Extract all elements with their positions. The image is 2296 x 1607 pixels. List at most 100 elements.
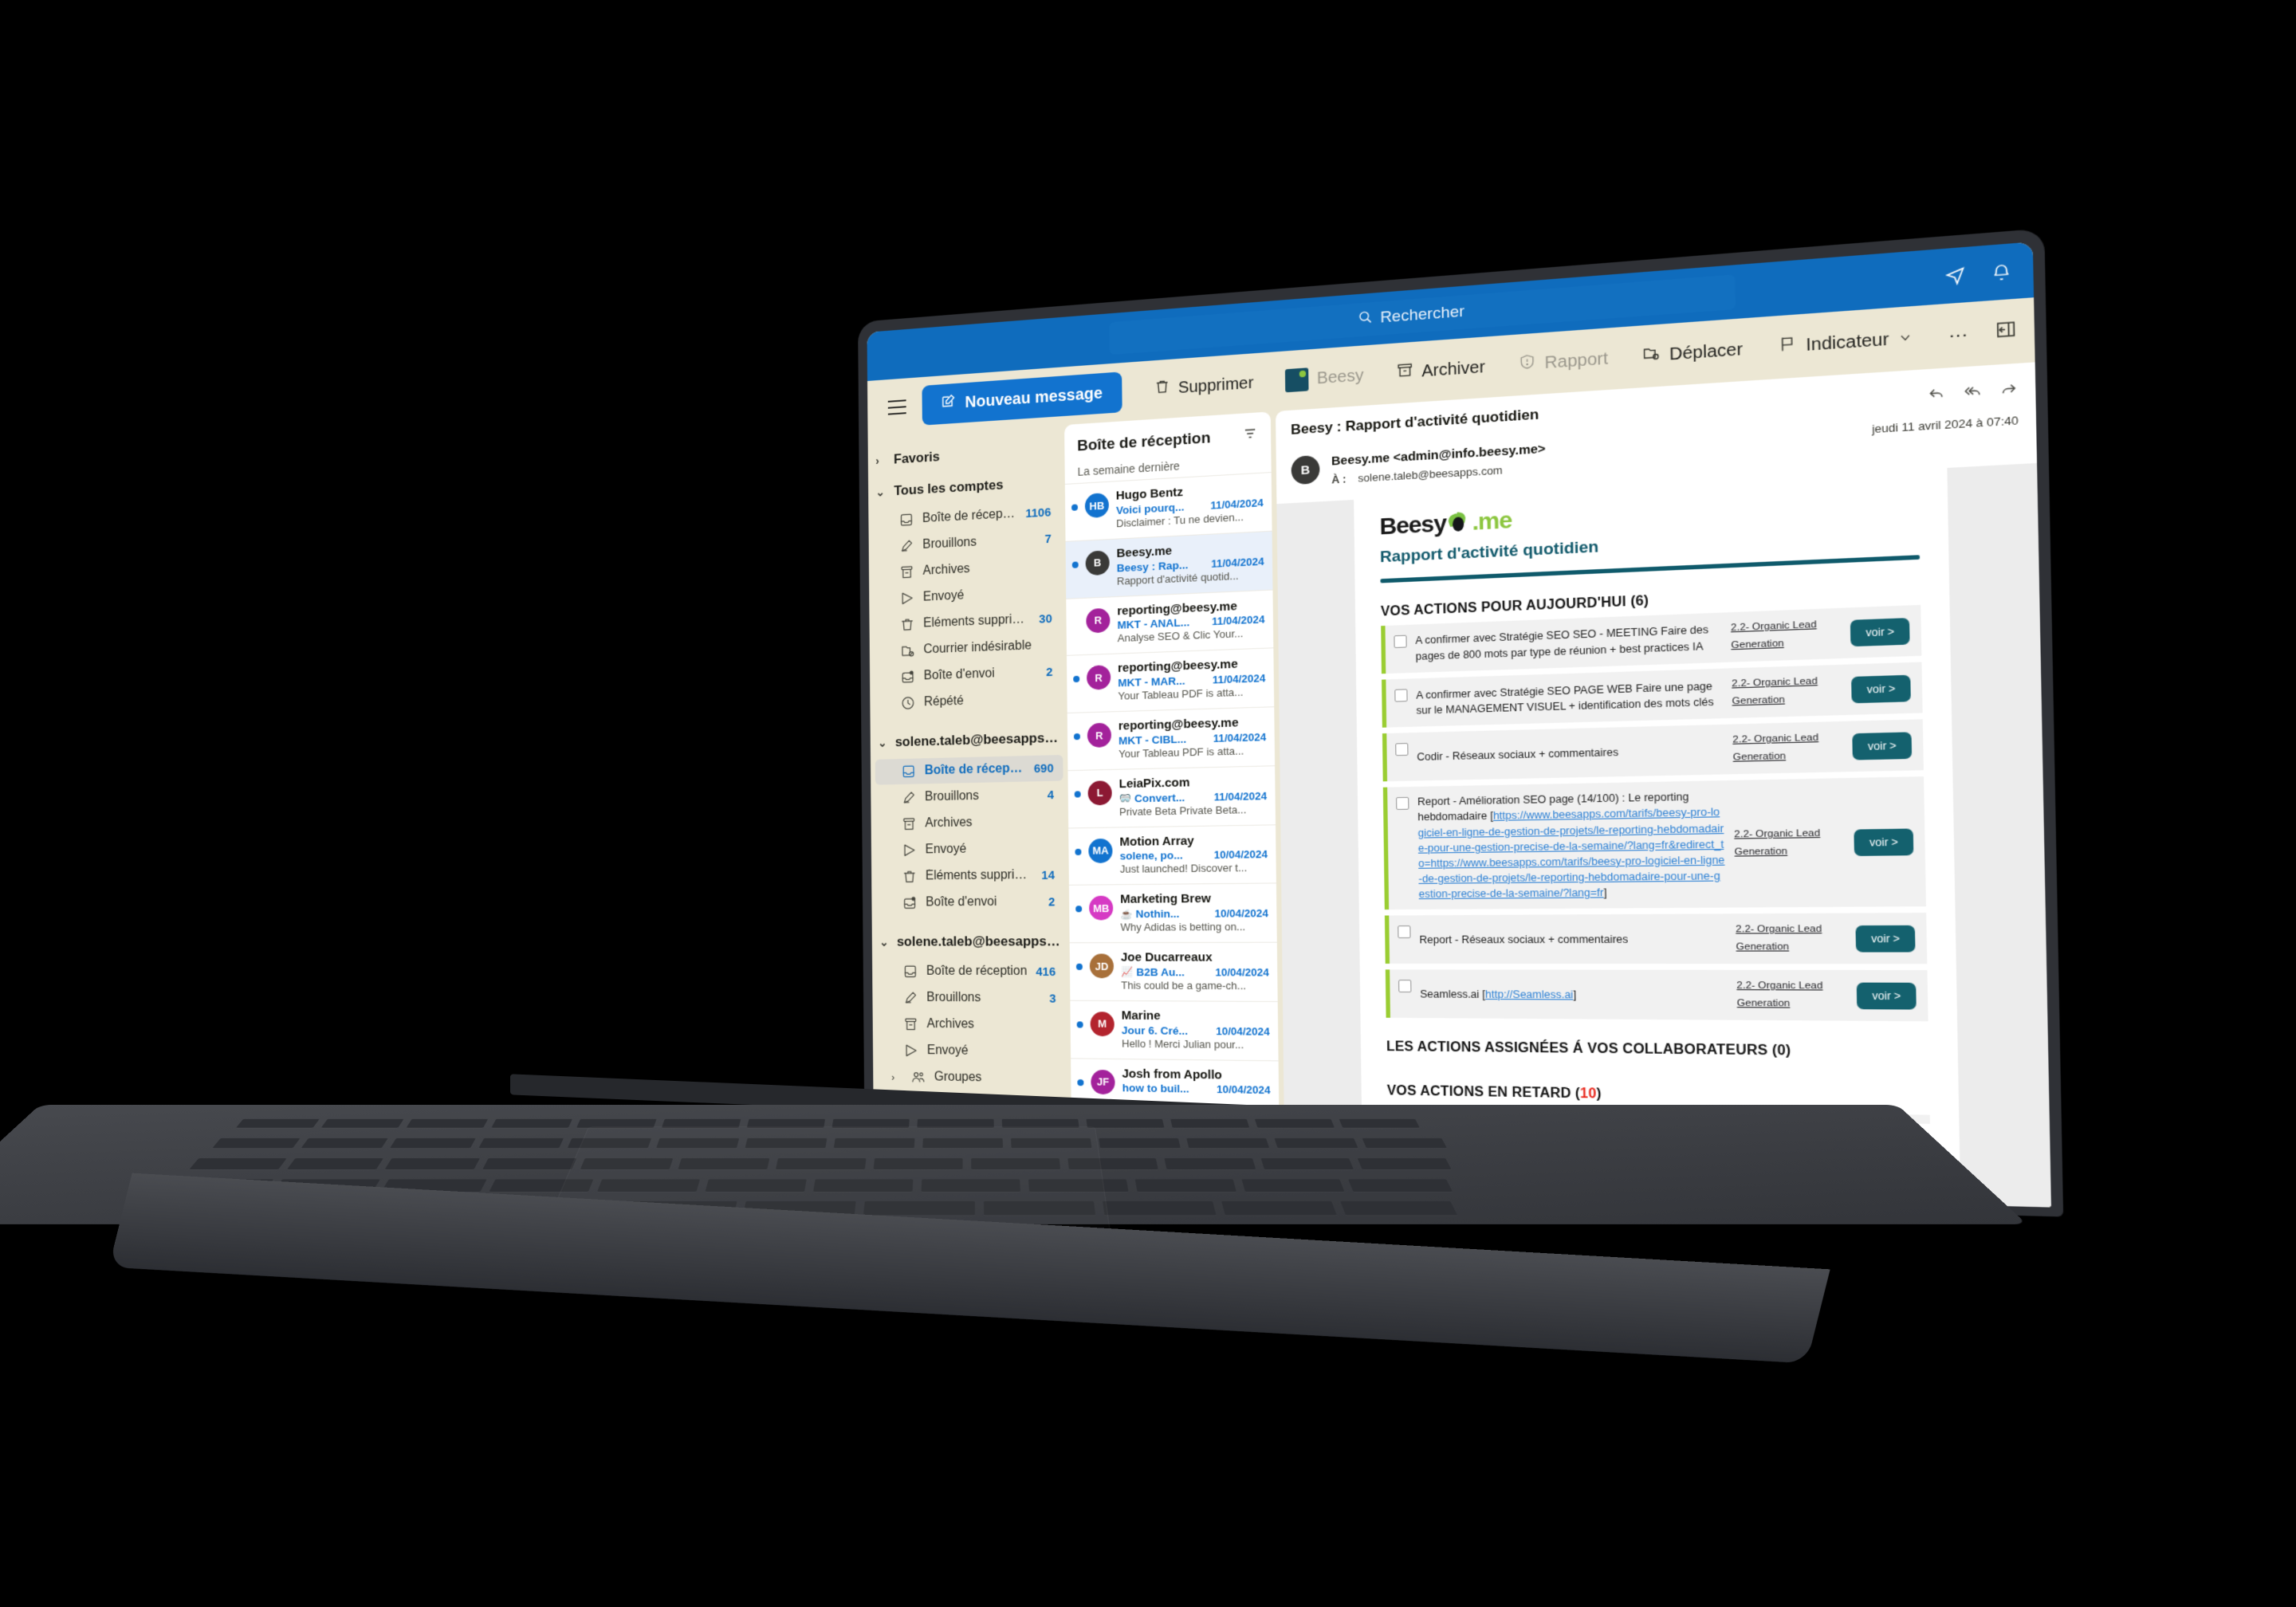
action-tag[interactable]: 2.2- Organic Lead Generation bbox=[1732, 729, 1843, 766]
filter-icon[interactable] bbox=[1243, 426, 1258, 446]
action-text: Seamless.ai [http://Seamless.ai] bbox=[1420, 988, 1577, 1001]
section-late-prefix: VOS ACTIONS EN RETARD ( bbox=[1386, 1083, 1581, 1102]
action-checkbox[interactable] bbox=[1394, 635, 1407, 649]
beesy-button[interactable]: Beesy bbox=[1273, 356, 1376, 401]
laptop-screen: Rechercher Nouveau message Supprimer Bee… bbox=[858, 228, 2064, 1217]
sidebar-folder-0[interactable]: Boîte de réception 690 bbox=[875, 754, 1063, 785]
message-rows: HB Hugo Bentz Voici pourq... 11/04/2024 Disc… bbox=[1064, 472, 1280, 1105]
sender-avatar: B bbox=[1291, 454, 1320, 485]
action-checkbox[interactable] bbox=[1398, 980, 1412, 993]
action-link[interactable]: http://Seamless.ai bbox=[1485, 988, 1573, 1001]
search-placeholder: Rechercher bbox=[1380, 302, 1465, 327]
unread-indicator bbox=[1075, 848, 1082, 855]
chevron-down-icon[interactable] bbox=[1898, 328, 1912, 349]
outbox-icon bbox=[902, 895, 917, 911]
action-view-button[interactable]: voir > bbox=[1851, 674, 1911, 703]
message-preview: Analyse SEO & Clic Your... bbox=[1117, 627, 1244, 645]
archive-icon bbox=[899, 564, 914, 580]
reply-icon[interactable] bbox=[1927, 384, 1945, 407]
action-checkbox[interactable] bbox=[1398, 925, 1411, 939]
action-tag[interactable]: 2.2- Organic Lead Generation bbox=[1731, 616, 1842, 654]
message-sender: Marketing Brew bbox=[1120, 891, 1211, 907]
report-button[interactable]: Rapport bbox=[1506, 338, 1621, 385]
archive-button[interactable]: Archiver bbox=[1384, 347, 1498, 393]
action-link[interactable]: https://www.beesapps.com/tarifs/beesy-pr… bbox=[1417, 807, 1724, 901]
keyboard-key bbox=[1340, 1200, 1458, 1216]
sidebar-folder-4[interactable]: Éléments supprimés 14 bbox=[876, 862, 1064, 890]
beesy-logo-suffix: .me bbox=[1472, 506, 1512, 536]
message-preview: Your Tableau PDF is atta... bbox=[1118, 686, 1244, 702]
sidebar-folder-2[interactable]: Archives bbox=[877, 1012, 1066, 1039]
message-list-item[interactable]: JD Joe Ducarreaux 📈 B2B Au... 10/04/2024 This… bbox=[1069, 941, 1278, 1001]
message-list-item[interactable]: Rreporting@beesy.me MKT - ANAL... 11/04/20… bbox=[1066, 588, 1274, 656]
menu-icon[interactable] bbox=[883, 391, 911, 423]
move-button[interactable]: Déplacer bbox=[1630, 328, 1756, 377]
message-sender: Hugo Bentz bbox=[1115, 485, 1184, 503]
laptop-base bbox=[0, 1105, 2027, 1487]
bell-icon[interactable] bbox=[1991, 261, 2011, 282]
message-date: 11/04/2024 bbox=[1211, 613, 1265, 628]
sidebar-group-header[interactable]: ⌄ solene.taleb@beesapps.on... bbox=[872, 925, 1070, 958]
archive-icon bbox=[903, 1016, 918, 1032]
forward-icon[interactable] bbox=[1999, 379, 2019, 402]
sidebar-group-title: solene.taleb@beesapps.com bbox=[894, 729, 1059, 750]
action-checkbox[interactable] bbox=[1396, 797, 1409, 811]
action-view-button[interactable]: voir > bbox=[1857, 982, 1917, 1010]
action-checkbox[interactable] bbox=[1394, 689, 1408, 702]
message-list-item[interactable]: Rreporting@beesy.me MKT - MAR... 11/04/202… bbox=[1066, 647, 1275, 713]
sidebar-folder-3[interactable]: Envoyé bbox=[878, 1037, 1067, 1065]
sidebar-folder-1[interactable]: Brouillons 3 bbox=[877, 985, 1066, 1012]
message-subject: Nothin... bbox=[1135, 907, 1180, 921]
subject-emoji: ☕ bbox=[1120, 908, 1133, 920]
new-message-label: Nouveau message bbox=[965, 383, 1103, 411]
action-view-button[interactable]: voir > bbox=[1855, 925, 1916, 953]
email-action-row: Seamless.ai [http://Seamless.ai] 2.2- Org… bbox=[1385, 969, 1928, 1022]
layout-toggle-button[interactable] bbox=[1995, 319, 2017, 344]
flag-button[interactable]: Indicateur bbox=[1764, 316, 1925, 368]
folder-label: Boîte d'envoi bbox=[926, 894, 997, 910]
folder-label: Envoyé bbox=[926, 1043, 969, 1058]
beesy-label: Beesy bbox=[1316, 366, 1364, 388]
action-checkbox[interactable] bbox=[1395, 743, 1409, 756]
sidebar-folder-4[interactable]: › Groupes bbox=[878, 1063, 1067, 1092]
action-tag[interactable]: 2.2- Organic Lead Generation bbox=[1734, 825, 1845, 861]
message-list-item[interactable]: L LeiaPix.com 🥽 Convert... 11/04/2024 Private… bbox=[1067, 764, 1276, 827]
message-date: 11/04/2024 bbox=[1211, 554, 1264, 570]
keyboard-key bbox=[390, 1137, 476, 1149]
sidebar-folder-0[interactable]: Boîte de réception 416 bbox=[877, 959, 1065, 985]
folder-label: Archives bbox=[926, 1016, 975, 1031]
archive-icon bbox=[902, 815, 917, 831]
message-list-item[interactable]: MB Marketing Brew ☕ Nothin... 10/04/2024 Why … bbox=[1068, 882, 1277, 943]
more-commands-button[interactable]: ··· bbox=[1935, 312, 1982, 356]
action-view-button[interactable]: voir > bbox=[1852, 732, 1913, 760]
email-body: Beesy .me Rapport d'activité quotidien V… bbox=[1354, 467, 1961, 1205]
message-list-item[interactable]: M Marine Jour 6. Cré... 10/04/2024 Hello ! M… bbox=[1070, 1000, 1279, 1060]
action-rows: A confirmer avec Stratégie SEO SEO - MEE… bbox=[1381, 604, 1928, 1022]
send-feedback-icon[interactable] bbox=[1944, 265, 1966, 286]
sidebar-folder-5[interactable]: Boîte d'envoi 2 bbox=[876, 889, 1064, 916]
sidebar-group-header[interactable]: ⌄ solene.taleb@beesapps.com bbox=[871, 721, 1068, 759]
sidebar-folder-3[interactable]: Envoyé bbox=[875, 835, 1063, 863]
keyboard-key bbox=[1348, 1179, 1453, 1192]
message-list-item[interactable]: JF Josh from Apollo how to buil... 10/04/20… bbox=[1071, 1057, 1280, 1105]
keyboard-key bbox=[1254, 1118, 1335, 1128]
action-tag[interactable]: 2.2- Organic Lead Generation bbox=[1736, 978, 1848, 1013]
unread-indicator bbox=[1075, 963, 1083, 970]
new-message-button[interactable]: Nouveau message bbox=[922, 371, 1122, 426]
delete-button[interactable]: Supprimer bbox=[1142, 363, 1265, 410]
action-view-button[interactable]: voir > bbox=[1854, 828, 1914, 856]
message-date: 10/04/2024 bbox=[1213, 847, 1268, 862]
reply-all-icon[interactable] bbox=[1963, 382, 1982, 404]
avatar: R bbox=[1087, 722, 1112, 748]
message-list-item[interactable]: MA Motion Array solene, po... 10/04/2024 Jus… bbox=[1068, 823, 1276, 886]
keyboard-key bbox=[384, 1158, 480, 1170]
sidebar-folder-1[interactable]: Brouillons 4 bbox=[875, 782, 1063, 811]
action-tag[interactable]: 2.2- Organic Lead Generation bbox=[1736, 921, 1847, 957]
message-list-item[interactable]: HB Hugo Bentz Voici pourq... 11/04/2024 Disc… bbox=[1064, 472, 1272, 541]
message-list-item[interactable]: B Beesy.me Beesy : Rap... 11/04/2024 Rapport… bbox=[1065, 530, 1273, 599]
message-list-item[interactable]: Rreporting@beesy.me MKT - CIBL... 11/04/20… bbox=[1067, 706, 1276, 770]
action-tag[interactable]: 2.2- Organic Lead Generation bbox=[1732, 673, 1842, 710]
sidebar-folder-2[interactable]: Archives bbox=[875, 808, 1063, 837]
flag-label: Indicateur bbox=[1806, 329, 1889, 355]
action-view-button[interactable]: voir > bbox=[1850, 617, 1910, 646]
